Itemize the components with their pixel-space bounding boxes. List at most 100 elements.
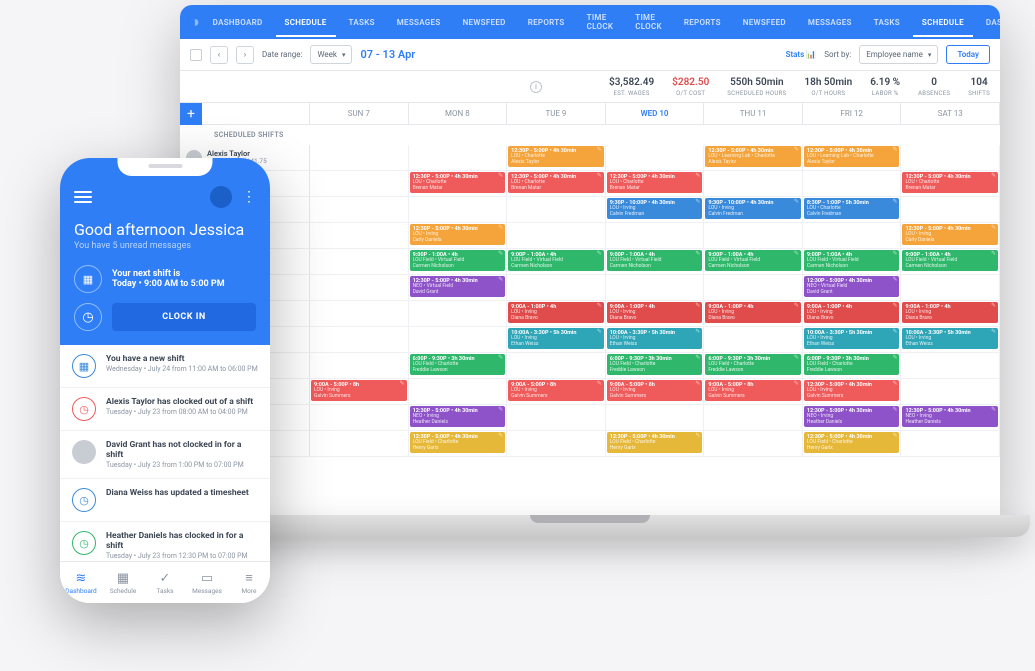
nav-newsfeed[interactable]: NEWSFEED	[454, 8, 515, 37]
day-cell[interactable]: ✎6:00P - 9:30P • 3h 30minLOU Field • Cha…	[606, 353, 705, 378]
tab-schedule[interactable]: ▦Schedule	[102, 562, 144, 603]
day-cell[interactable]	[310, 431, 409, 456]
tab-more[interactable]: ≡More	[228, 562, 270, 603]
shift-block[interactable]: ✎12:30P - 5:00P • 4h 30minLOU • Learning…	[705, 146, 801, 167]
day-cell[interactable]: ✎8:30P - 1:00P • 5h 30minLOU • Charlotte…	[803, 197, 902, 222]
shift-block[interactable]: ✎6:00P - 9:30P • 3h 30minLOU Field • Cha…	[410, 354, 506, 375]
day-cell[interactable]	[606, 223, 705, 248]
day-cell[interactable]: ✎9:00P - 1:00A • 4hLOU Field • Virtual F…	[803, 249, 902, 274]
day-cell[interactable]: ✎12:30P - 5:00P • 4h 30minLOU • Learning…	[704, 145, 803, 170]
shift-block[interactable]: ✎9:00P - 1:00A • 4hLOU Field • Virtual F…	[804, 250, 900, 271]
day-cell[interactable]: ✎12:30P - 5:00P • 4h 30minLOU • IrvingCa…	[409, 223, 508, 248]
next-week-button[interactable]: ›	[236, 46, 254, 64]
day-cell[interactable]: ✎9:00A - 1:00P • 4hLOU • IrvingDiana Bra…	[803, 301, 902, 326]
day-cell[interactable]: ✎9:00A - 1:00P • 4hLOU • IrvingDiana Bra…	[704, 301, 803, 326]
day-cell[interactable]: ✎9:00A - 1:00P • 4hLOU • IrvingDiana Bra…	[507, 301, 606, 326]
day-cell[interactable]: ✎12:30P - 5:00P • 4h 30minNEO • IrvingHe…	[409, 405, 508, 430]
avatar[interactable]	[210, 186, 232, 208]
shift-block[interactable]: ✎9:00P - 1:00A • 4hLOU Field • Virtual F…	[410, 250, 506, 271]
day-cell[interactable]: ✎10:00A - 3:30P • 5h 30minLOU • IrvingEt…	[507, 327, 606, 352]
shift-block[interactable]: ✎9:00A - 1:00P • 4hLOU • IrvingDiana Bra…	[508, 302, 604, 323]
info-icon[interactable]: i	[530, 81, 542, 93]
select-all-checkbox[interactable]	[190, 49, 202, 61]
tab-messages[interactable]: ▭Messages	[186, 562, 228, 603]
nav-messages[interactable]: MESSAGES	[799, 8, 861, 37]
tab-dashboard[interactable]: ≋Dashboard	[60, 562, 102, 603]
day-cell[interactable]	[606, 145, 705, 170]
day-cell[interactable]	[310, 353, 409, 378]
shift-block[interactable]: ✎9:30P - 10:00P • 4h 30minLOU • IrvingCa…	[607, 198, 703, 219]
day-cell[interactable]	[704, 223, 803, 248]
shift-block[interactable]: ✎10:00A - 3:30P • 5h 30minLOU • IrvingEt…	[607, 328, 703, 349]
more-icon[interactable]: ⋮	[242, 189, 256, 205]
day-header[interactable]: SAT 13	[901, 103, 1000, 124]
shift-block[interactable]: ✎6:00P - 9:30P • 3h 30minLOU Field • Cha…	[607, 354, 703, 375]
shift-block[interactable]: ✎9:00A - 1:00P • 4hLOU • IrvingDiana Bra…	[705, 302, 801, 323]
nav-reports[interactable]: REPORTS	[675, 8, 730, 37]
day-cell[interactable]: ✎10:00A - 3:30P • 5h 30minLOU • IrvingEt…	[901, 327, 1000, 352]
shift-block[interactable]: ✎12:30P - 5:00P • 4h 30minLOU • IrvingCa…	[902, 224, 998, 245]
feed-item[interactable]: ◷Diana Weiss has updated a timesheet	[60, 479, 270, 522]
shift-block[interactable]: ✎10:00A - 3:30P • 5h 30minLOU • IrvingEt…	[804, 328, 900, 349]
day-cell[interactable]	[901, 197, 1000, 222]
day-cell[interactable]	[409, 301, 508, 326]
day-header[interactable]: FRI 12	[803, 103, 902, 124]
nav-dashboard[interactable]: DASHBOARD	[977, 8, 1000, 37]
day-cell[interactable]: ✎10:00A - 3:30P • 5h 30minLOU • IrvingEt…	[606, 327, 705, 352]
shift-block[interactable]: ✎8:30P - 1:00P • 5h 30minLOU • Charlotte…	[804, 198, 900, 219]
shift-block[interactable]: ✎12:30P - 5:00P • 4h 30minNEO • IrvingHe…	[902, 406, 998, 427]
day-cell[interactable]: ✎12:30P - 5:00P • 4h 30minLOU • Charlott…	[507, 171, 606, 196]
day-cell[interactable]: ✎12:30P - 5:00P • 4h 30minLOU • Charlott…	[409, 171, 508, 196]
shift-block[interactable]: ✎12:30P - 5:00P • 4h 30minLOU • IrvingGa…	[804, 380, 900, 401]
nav-schedule[interactable]: SCHEDULE	[913, 8, 973, 37]
shift-block[interactable]: ✎9:00P - 1:00A • 4hLOU Field • Virtual F…	[508, 250, 604, 271]
tab-tasks[interactable]: ✓Tasks	[144, 562, 186, 603]
shift-block[interactable]: ✎10:00A - 3:30P • 5h 30minLOU • IrvingEt…	[508, 328, 604, 349]
day-cell[interactable]: ✎12:30P - 5:00P • 4h 30minLOU • Charlott…	[507, 145, 606, 170]
day-header[interactable]: SUN 7	[310, 103, 409, 124]
day-cell[interactable]: ✎12:30P - 5:00P • 4h 30minNEO • IrvingHe…	[901, 405, 1000, 430]
nav-dashboard[interactable]: DASHBOARD	[204, 8, 272, 37]
stats-toggle[interactable]: Stats 📊	[786, 50, 817, 59]
shift-block[interactable]: ✎12:30P - 5:00P • 4h 30minNEO • IrvingHe…	[410, 406, 506, 427]
day-cell[interactable]	[704, 275, 803, 300]
today-button[interactable]: Today	[946, 45, 990, 64]
day-cell[interactable]: ✎9:00A - 5:00P • 8hLOU • IrvingGalvin Su…	[310, 379, 409, 404]
day-cell[interactable]	[704, 171, 803, 196]
shift-block[interactable]: ✎9:00A - 1:00P • 4hLOU • IrvingDiana Bra…	[902, 302, 998, 323]
day-cell[interactable]: ✎9:00A - 5:00P • 8hLOU • IrvingGalvin Su…	[507, 379, 606, 404]
day-cell[interactable]	[310, 197, 409, 222]
day-cell[interactable]	[409, 379, 508, 404]
day-cell[interactable]	[606, 275, 705, 300]
shift-block[interactable]: ✎12:30P - 5:00P • 4h 30minLOU • Charlott…	[902, 172, 998, 193]
day-cell[interactable]: ✎12:30P - 5:00P • 4h 30minNEO • Virtual …	[803, 275, 902, 300]
day-cell[interactable]: ✎12:30P - 5:00P • 4h 30minLOU • Charlott…	[901, 171, 1000, 196]
shift-block[interactable]: ✎12:30P - 5:00P • 4h 30minLOU • Charlott…	[508, 146, 604, 167]
day-cell[interactable]	[310, 327, 409, 352]
day-cell[interactable]: ✎9:00P - 1:00A • 4hLOU Field • Virtual F…	[409, 249, 508, 274]
nav-tasks[interactable]: TASKS	[340, 8, 384, 37]
day-cell[interactable]: ✎12:30P - 5:00P • 4h 30minNEO • Virtual …	[409, 275, 508, 300]
prev-week-button[interactable]: ‹	[210, 46, 228, 64]
day-cell[interactable]: ✎9:00P - 1:00A • 4hLOU Field • Virtual F…	[901, 249, 1000, 274]
day-cell[interactable]: ✎12:30P - 5:00P • 4h 30minLOU • IrvingGa…	[803, 379, 902, 404]
nav-reports[interactable]: REPORTS	[519, 8, 574, 37]
day-cell[interactable]	[803, 171, 902, 196]
day-cell[interactable]	[507, 275, 606, 300]
day-cell[interactable]: ✎12:30P - 5:00P • 4h 30minLOU • IrvingCa…	[901, 223, 1000, 248]
day-cell[interactable]: ✎9:30P - 10:00P • 4h 30minLOU • IrvingCa…	[704, 197, 803, 222]
day-cell[interactable]	[507, 431, 606, 456]
shift-block[interactable]: ✎6:00P - 9:30P • 3h 30minLOU Field • Cha…	[804, 354, 900, 375]
shift-block[interactable]: ✎6:00P - 9:30P • 3h 30minLOU Field • Cha…	[705, 354, 801, 375]
menu-icon[interactable]	[74, 191, 92, 203]
day-cell[interactable]: ✎12:30P - 5:00P • 4h 30minLOU • Charlott…	[606, 171, 705, 196]
day-cell[interactable]	[310, 249, 409, 274]
day-header[interactable]: THU 11	[704, 103, 803, 124]
shift-block[interactable]: ✎12:30P - 5:00P • 4h 30minLOU • IrvingCa…	[410, 224, 506, 245]
day-cell[interactable]: ✎12:30P - 5:00P • 4h 30minLOU Field • Ch…	[803, 431, 902, 456]
shift-block[interactable]: ✎9:30P - 10:00P • 4h 30minLOU • IrvingCa…	[705, 198, 801, 219]
day-cell[interactable]	[704, 327, 803, 352]
day-cell[interactable]: ✎9:00A - 1:00P • 4hLOU • IrvingDiana Bra…	[901, 301, 1000, 326]
day-cell[interactable]	[310, 275, 409, 300]
day-cell[interactable]: ✎9:00A - 5:00P • 8hLOU • IrvingGalvin Su…	[704, 379, 803, 404]
